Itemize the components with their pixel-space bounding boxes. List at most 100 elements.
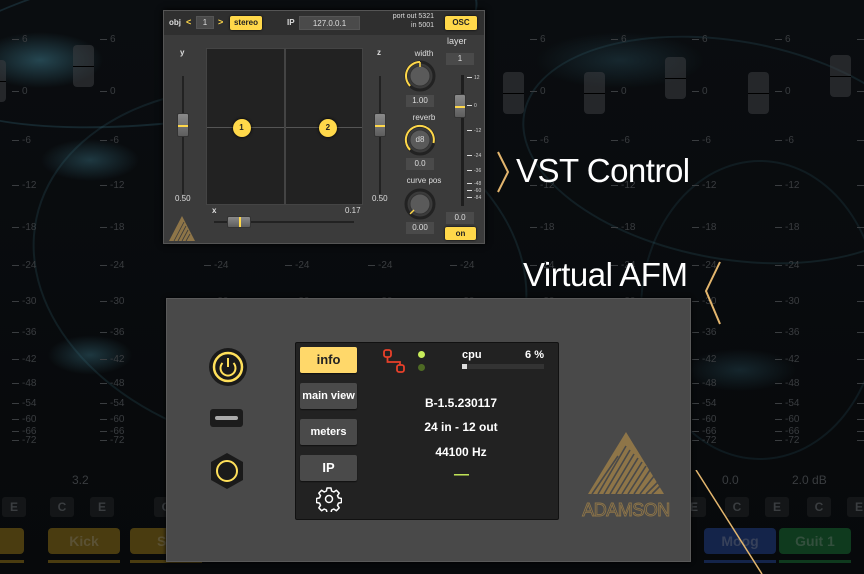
bg-fader-scale-tick: 0 <box>12 86 28 97</box>
bg-fader-scale-tick: -72 <box>12 435 36 446</box>
osc-button[interactable]: OSC <box>445 16 477 30</box>
layer-number-field[interactable]: 1 <box>446 53 474 65</box>
bg-fader-thumb[interactable] <box>503 72 524 114</box>
bg-channel-e-button[interactable]: E <box>90 497 114 517</box>
obj-number-field[interactable]: 1 <box>196 16 214 29</box>
x-slider-thumb[interactable] <box>227 216 251 228</box>
bg-fader-scale-tick: -24 <box>857 260 864 271</box>
bg-fader-scale-tick: -24 <box>450 260 474 271</box>
vst-toolbar: obj < 1 > stereo IP 127.0.0.1 port out 5… <box>164 11 484 35</box>
bg-fader-scale-tick: -30 <box>100 296 124 307</box>
width-label: width <box>414 49 434 58</box>
bg-fader-scale-tick: -72 <box>100 435 124 446</box>
x-axis-label: x <box>212 206 217 215</box>
bg-channel-name-button[interactable]: Kick <box>48 528 120 554</box>
network-status-icon <box>383 349 405 373</box>
bg-channel-e-button[interactable]: E <box>2 497 26 517</box>
bg-channel-name-button[interactable]: r <box>0 528 24 554</box>
bg-fader-scale-tick: -36 <box>857 327 864 338</box>
curve-pos-value[interactable]: 0.00 <box>406 222 434 234</box>
bg-fader-thumb[interactable] <box>73 45 94 87</box>
firmware-version: B-1.5.230117 <box>424 396 498 410</box>
z-slider-thumb[interactable] <box>374 113 386 137</box>
hex-encoder-knob[interactable] <box>210 452 244 490</box>
bg-fader-scale-tick: -42 <box>12 354 36 365</box>
on-button[interactable]: on <box>445 227 476 240</box>
bg-fader-scale-tick: -12 <box>12 180 36 191</box>
obj-prev-button[interactable]: < <box>186 17 191 27</box>
menu-main-view-button[interactable]: main view <box>300 383 357 409</box>
xy-panner-pad[interactable]: 12 <box>206 48 363 205</box>
width-knob[interactable] <box>404 60 436 92</box>
y-axis-label: y <box>180 48 185 57</box>
cpu-value: 6 % <box>525 349 544 361</box>
bg-fader-scale-tick: -24 <box>100 260 124 271</box>
bg-fader-scale-tick: -42 <box>775 354 799 365</box>
obj-next-button[interactable]: > <box>218 17 223 27</box>
bg-fader-thumb[interactable] <box>665 57 686 99</box>
cpu-meter-fill <box>462 364 467 369</box>
ip-address-field[interactable]: 127.0.0.1 <box>299 16 360 30</box>
bg-fader-scale-tick: -24 <box>12 260 36 271</box>
menu-ip-button[interactable]: IP <box>300 455 357 481</box>
virtual-afm-title: Virtual AFM <box>523 256 688 293</box>
bg-fader-scale-tick: -42 <box>100 354 124 365</box>
settings-gear-icon[interactable] <box>316 486 342 512</box>
power-button[interactable] <box>208 347 248 387</box>
bg-fader-scale-tick: -60 <box>775 414 799 425</box>
bg-fader-thumb[interactable] <box>748 72 769 114</box>
stereo-button[interactable]: stereo <box>230 16 262 30</box>
width-value[interactable]: 1.00 <box>406 95 434 107</box>
bg-channel-e-button[interactable]: E <box>765 497 789 517</box>
z-axis-label: z <box>377 48 381 57</box>
z-value: 0.50 <box>372 194 388 203</box>
bg-channel-name-button[interactable]: Guit 1 <box>779 528 851 554</box>
bg-fader-scale-tick: -60 <box>692 414 716 425</box>
bg-fader-thumb[interactable] <box>584 72 605 114</box>
bg-fader-thumb[interactable] <box>0 60 6 102</box>
bg-fader-scale-tick: -6 <box>611 135 630 146</box>
pad-vertical-crosshair <box>284 49 286 204</box>
source-point[interactable]: 2 <box>318 118 337 137</box>
bg-channel-e-button[interactable]: E <box>847 497 864 517</box>
cpu-meter-track <box>462 364 544 369</box>
bg-fader-thumb[interactable] <box>830 55 851 97</box>
bg-fader-scale-tick: -18 <box>857 222 864 233</box>
bg-fader-scale-tick: 0 <box>775 86 791 97</box>
bg-fader-scale-tick: -6 <box>12 135 31 146</box>
bg-fader-scale-tick: -24 <box>285 260 309 271</box>
usb-port-icon <box>210 409 243 427</box>
bg-fader-scale-tick: -6 <box>857 135 864 146</box>
bg-channel-color-bar <box>48 560 120 563</box>
bg-fader-scale-tick: 6 <box>692 34 708 45</box>
bg-fader-scale-tick: -42 <box>692 354 716 365</box>
source-point[interactable]: 1 <box>232 118 251 137</box>
y-slider-thumb[interactable] <box>177 113 189 137</box>
bg-channel-c-button[interactable]: C <box>807 497 831 517</box>
bg-fader-scale-tick: -6 <box>692 135 711 146</box>
bg-fader-scale-tick: -48 <box>692 378 716 389</box>
bg-fader-scale-tick: -12 <box>100 180 124 191</box>
bg-fader-scale-tick: -48 <box>775 378 799 389</box>
menu-info-button[interactable]: info <box>300 347 357 373</box>
curve-pos-knob[interactable] <box>404 188 436 220</box>
layer-scale-tick: 12 <box>467 75 480 81</box>
menu-meters-button[interactable]: meters <box>300 419 357 445</box>
bg-channel-color-bar <box>0 560 24 563</box>
bg-fader-scale-tick: -18 <box>100 222 124 233</box>
bg-fader-scale-tick: -18 <box>12 222 36 233</box>
vst-control-panel: obj < 1 > stereo IP 127.0.0.1 port out 5… <box>163 10 485 244</box>
bg-fader-scale-tick: -6 <box>530 135 549 146</box>
layer-gain-fader-thumb[interactable] <box>454 94 466 118</box>
bg-fader-scale-tick: 6 <box>611 34 627 45</box>
layer-gain-value[interactable]: 0.0 <box>446 212 474 224</box>
reverb-knob[interactable]: d8 <box>404 124 436 156</box>
bg-fader-scale-tick: -54 <box>692 398 716 409</box>
bg-channel-c-button[interactable]: C <box>50 497 74 517</box>
decorative-gold-line <box>695 470 763 574</box>
ip-label: IP <box>287 18 295 27</box>
layer-label: layer <box>447 36 467 46</box>
bg-fader-scale-tick: 6 <box>12 34 28 45</box>
reverb-value[interactable]: 0.0 <box>406 158 434 170</box>
bg-fader-scale-tick: -18 <box>775 222 799 233</box>
